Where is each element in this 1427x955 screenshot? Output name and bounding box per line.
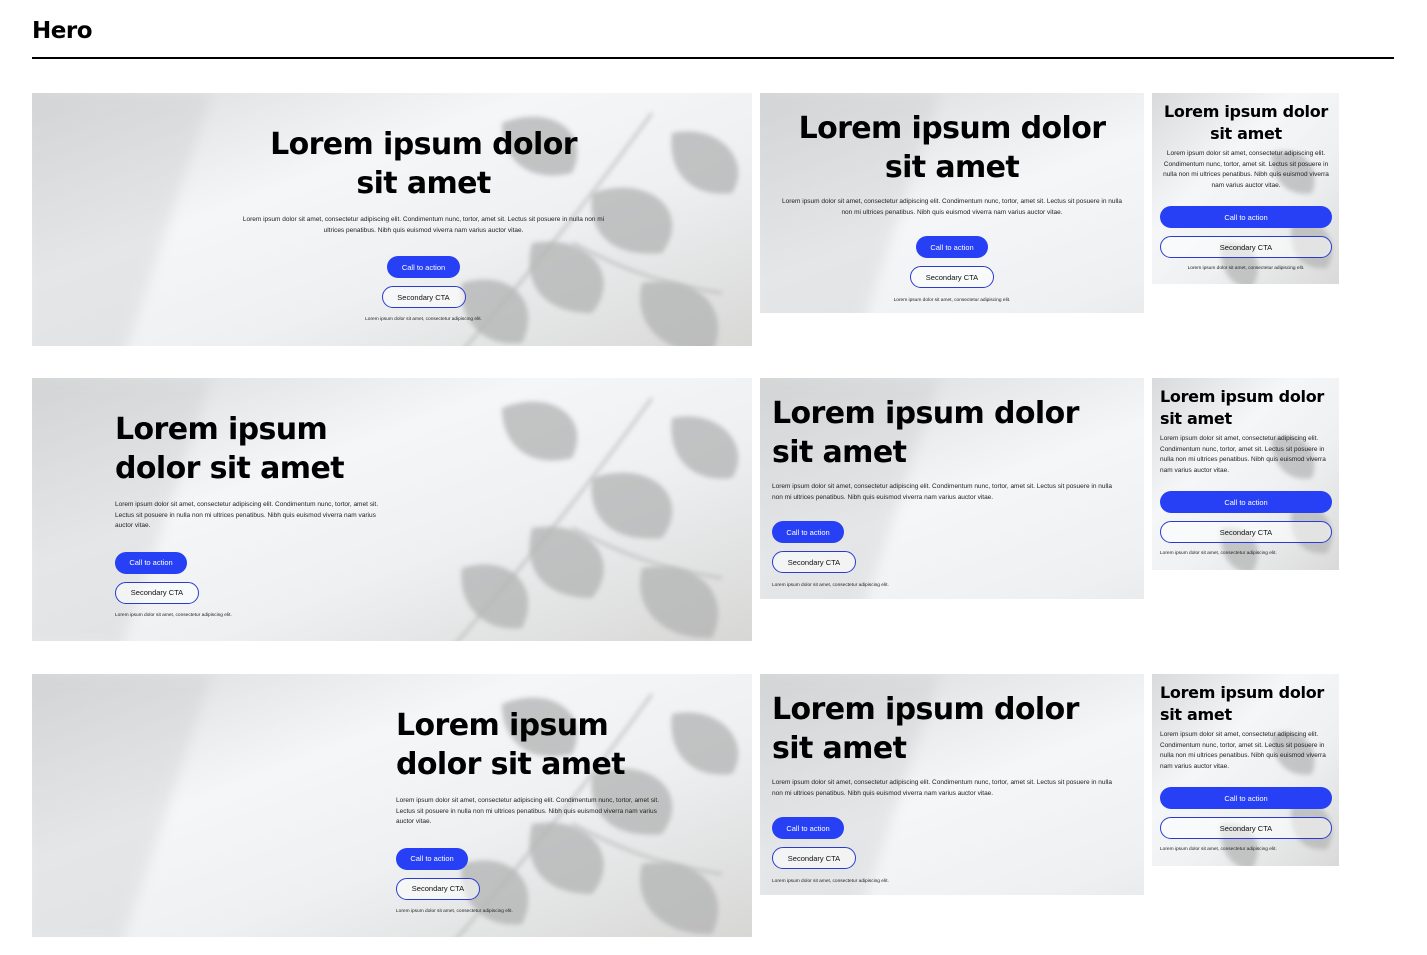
fine-print: Lorem ipsum dolor sit amet, consectetur … xyxy=(1160,551,1277,556)
call-to-action-button[interactable]: Call to action xyxy=(1160,491,1332,513)
call-to-action-button[interactable]: Call to action xyxy=(396,847,468,870)
hero-title: Lorem ipsum dolor sit amet xyxy=(798,111,1106,185)
fine-print: Lorem ipsum dolor sit amet, consectetur … xyxy=(772,583,889,588)
hero-frame-left-small-2: Lorem ipsum dolor sit amet Lorem ipsum d… xyxy=(1152,674,1339,866)
hero-body: Lorem ipsum dolor sit amet, consectetur … xyxy=(242,216,605,234)
fine-print: Lorem ipsum dolor sit amet, consectetur … xyxy=(365,317,482,322)
fine-print: Lorem ipsum dolor sit amet, consectetur … xyxy=(1187,266,1305,271)
fine-print: Lorem ipsum dolor sit amet, consectetur … xyxy=(772,879,889,884)
hero-title: Lorem ipsum dolor sit amet xyxy=(1164,102,1328,143)
hero-title: Lorem ipsum dolor sit amet xyxy=(1160,683,1324,724)
hero-body: Lorem ipsum dolor sit amet, consectetur … xyxy=(782,198,1122,216)
fine-print: Lorem ipsum dolor sit amet, consectetur … xyxy=(396,908,513,914)
call-to-action-button[interactable]: Call to action xyxy=(1160,206,1332,228)
secondary-cta-button[interactable]: Secondary CTA xyxy=(1160,817,1332,839)
call-to-action-button[interactable]: Call to action xyxy=(916,236,988,258)
hero-frame-left-large: Lorem ipsum dolor sit amet Lorem ipsum d… xyxy=(32,378,752,641)
secondary-cta-button[interactable]: Secondary CTA xyxy=(396,877,480,900)
hero-title: Lorem ipsum dolor sit amet xyxy=(772,692,1079,766)
page-title: Hero xyxy=(32,18,93,44)
fine-print: Lorem ipsum dolor sit amet, consectetur … xyxy=(893,298,1011,303)
hero-frame-center-large: Lorem ipsum dolor sit amet Lorem ipsum d… xyxy=(32,93,752,346)
hero-body: Lorem ipsum dolor sit amet, consectetur … xyxy=(1160,435,1326,474)
secondary-cta-button[interactable]: Secondary CTA xyxy=(381,286,466,308)
hero-title: Lorem ipsum dolor sit amet xyxy=(772,396,1079,470)
fine-print: Lorem ipsum dolor sit amet, consectetur … xyxy=(115,612,232,618)
secondary-cta-button[interactable]: Secondary CTA xyxy=(772,551,856,573)
title-divider xyxy=(32,57,1394,59)
hero-body: Lorem ipsum dolor sit amet, consectetur … xyxy=(115,501,379,529)
hero-frame-left-small: Lorem ipsum dolor sit amet Lorem ipsum d… xyxy=(1152,378,1339,570)
hero-body: Lorem ipsum dolor sit amet, consectetur … xyxy=(772,483,1112,501)
call-to-action-button[interactable]: Call to action xyxy=(387,256,460,278)
hero-body: Lorem ipsum dolor sit amet, consectetur … xyxy=(1160,731,1326,770)
hero-title: Lorem ipsum dolor sit amet xyxy=(1160,387,1324,428)
call-to-action-button[interactable]: Call to action xyxy=(772,521,844,543)
secondary-cta-button[interactable]: Secondary CTA xyxy=(1160,236,1332,258)
hero-frame-center-medium: Lorem ipsum dolor sit amet Lorem ipsum d… xyxy=(760,93,1144,313)
call-to-action-button[interactable]: Call to action xyxy=(1160,787,1332,809)
secondary-cta-button[interactable]: Secondary CTA xyxy=(910,266,994,288)
hero-title: Lorem ipsum dolor sit amet xyxy=(115,412,345,486)
hero-body: Lorem ipsum dolor sit amet, consectetur … xyxy=(1163,150,1329,189)
hero-frame-left-medium-2: Lorem ipsum dolor sit amet Lorem ipsum d… xyxy=(760,674,1144,895)
secondary-cta-button[interactable]: Secondary CTA xyxy=(1160,521,1332,543)
hero-frame-right-large: Lorem ipsum dolor sit amet Lorem ipsum d… xyxy=(32,674,752,937)
hero-frame-left-medium: Lorem ipsum dolor sit amet Lorem ipsum d… xyxy=(760,378,1144,599)
fine-print: Lorem ipsum dolor sit amet, consectetur … xyxy=(1160,847,1277,852)
secondary-cta-button[interactable]: Secondary CTA xyxy=(772,847,856,869)
call-to-action-button[interactable]: Call to action xyxy=(772,817,844,839)
secondary-cta-button[interactable]: Secondary CTA xyxy=(115,581,199,604)
hero-title: Lorem ipsum dolor sit amet xyxy=(270,127,577,201)
hero-title: Lorem ipsum dolor sit amet xyxy=(396,708,626,782)
hero-body: Lorem ipsum dolor sit amet, consectetur … xyxy=(772,779,1112,797)
call-to-action-button[interactable]: Call to action xyxy=(115,551,187,574)
hero-body: Lorem ipsum dolor sit amet, consectetur … xyxy=(396,797,660,825)
hero-frame-center-small: Lorem ipsum dolor sit amet Lorem ipsum d… xyxy=(1152,93,1339,284)
